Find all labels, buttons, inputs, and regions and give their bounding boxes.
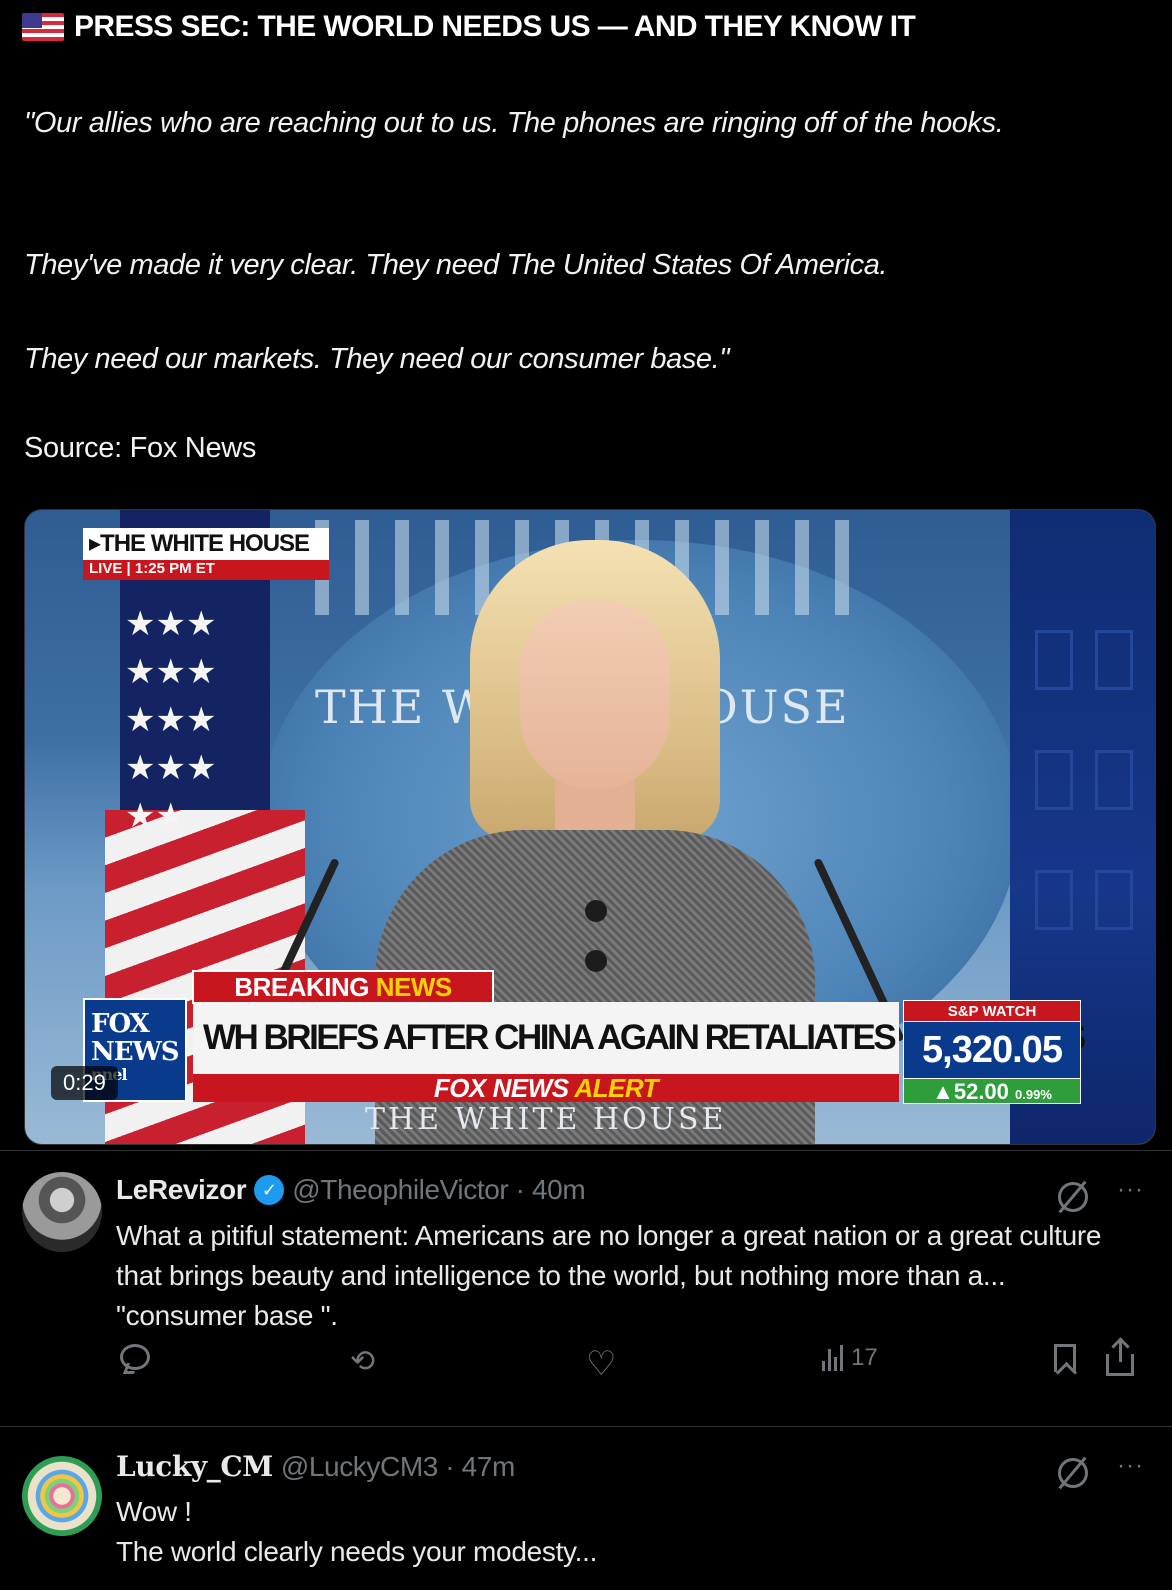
video-player[interactable]: THE W OUSE ★★★ ★★★ ★★★ ★★★ ★★ ▸THE WHITE… xyxy=(24,509,1156,1145)
avatar[interactable] xyxy=(22,1456,102,1536)
reply-handle[interactable]: @TheophileVictor · 40m xyxy=(292,1174,585,1206)
sp-change-box: ▲52.00 0.99% xyxy=(903,1078,1081,1104)
sp-value: 5,320.05 xyxy=(903,1022,1081,1078)
grok-icon[interactable] xyxy=(1058,1458,1088,1488)
breaking-label: BREAKING xyxy=(234,972,369,1002)
avatar[interactable] xyxy=(22,1172,102,1252)
live-time: 1:25 PM ET xyxy=(134,560,215,577)
news-label: NEWS xyxy=(375,972,453,1002)
reply-author-name[interactable]: Lucky_CM xyxy=(116,1450,273,1483)
reply-header: Lucky_CM @LuckyCM3 · 47m xyxy=(116,1450,515,1483)
reply-text-line-2: The world clearly needs your modesty... xyxy=(116,1536,598,1567)
live-label: LIVE xyxy=(89,560,123,577)
flag-stars: ★★★ ★★★ ★★★ ★★★ ★★ xyxy=(125,604,217,836)
fox-logo-line-1: FOX xyxy=(91,1009,150,1039)
sp-change: ▲52.00 xyxy=(932,1079,1009,1104)
quote-line-1: "Our allies who are reaching out to us. … xyxy=(24,107,1004,139)
share-icon xyxy=(1106,1340,1134,1376)
reply-actions: ⟲ ♡ 17 xyxy=(0,1340,1172,1384)
repost-button[interactable]: ⟲ xyxy=(350,1344,375,1379)
verified-badge-icon: ✓ xyxy=(254,1175,285,1205)
sp-percent: 0.99% xyxy=(1015,1087,1052,1102)
alert-word: ALERT xyxy=(574,1073,659,1103)
white-house-live-tag: ▸THE WHITE HOUSE LIVE | 1:25 PM ET xyxy=(83,528,329,580)
fox-logo-line-2: NEWS xyxy=(91,1037,180,1067)
repost-icon: ⟲ xyxy=(350,1344,376,1379)
reply-header: LeRevizor ✓ @TheophileVictor · 40m xyxy=(116,1174,586,1206)
grok-icon[interactable] xyxy=(1058,1182,1088,1212)
share-button[interactable] xyxy=(1106,1340,1134,1376)
reply-text: What a pitiful statement: Americans are … xyxy=(116,1220,1102,1331)
bookmark-button[interactable] xyxy=(1054,1344,1076,1372)
fox-news-alert-bar: FOX NEWS ALERT xyxy=(193,1074,899,1102)
white-house-bottom-text: THE WHITE HOUSE xyxy=(365,1102,727,1137)
alert-prefix: FOX NEWS xyxy=(433,1073,569,1103)
us-flag-icon xyxy=(22,13,64,41)
news-chyron: WH BRIEFS AFTER CHINA AGAIN RETALIATES O… xyxy=(193,1002,1086,1074)
views-count: 17 xyxy=(851,1344,878,1371)
headline-text: PRESS SEC: THE WORLD NEEDS US — AND THEY… xyxy=(74,10,916,43)
reply-button[interactable] xyxy=(120,1344,150,1370)
like-button[interactable]: ♡ xyxy=(586,1344,616,1384)
reply-item[interactable]: Lucky_CM @LuckyCM3 · 47m ··· Wow ! The w… xyxy=(0,1426,1172,1590)
post-headline: PRESS SEC: THE WORLD NEEDS US — AND THEY… xyxy=(22,10,916,44)
source-text: Source: Fox News xyxy=(24,432,257,464)
more-options-icon[interactable]: ··· xyxy=(1117,1176,1144,1204)
bookmark-icon xyxy=(1054,1344,1076,1372)
reply-item[interactable]: LeRevizor ✓ @TheophileVictor · 40m ··· W… xyxy=(0,1150,1172,1426)
video-duration: 0:29 xyxy=(51,1066,118,1100)
comment-icon xyxy=(120,1344,150,1370)
views-icon xyxy=(822,1345,843,1371)
more-options-icon[interactable]: ··· xyxy=(1117,1452,1144,1480)
wh-tag-text: THE WHITE HOUSE xyxy=(100,530,310,557)
breaking-news-banner: BREAKING NEWS xyxy=(192,970,494,1004)
reply-handle[interactable]: @LuckyCM3 · 47m xyxy=(281,1451,515,1483)
views-button[interactable]: 17 xyxy=(822,1344,878,1372)
sp-label: S&P WATCH xyxy=(903,1000,1081,1022)
heart-icon: ♡ xyxy=(586,1344,617,1384)
quote-line-3: They need our markets. They need our con… xyxy=(24,343,730,375)
reply-text-line-1: Wow ! xyxy=(116,1496,192,1527)
quote-line-2: They've made it very clear. They need Th… xyxy=(24,249,888,281)
reply-author-name[interactable]: LeRevizor xyxy=(116,1174,247,1206)
sp-watch-ticker: S&P WATCH 5,320.05 ▲52.00 0.99% xyxy=(903,1000,1081,1104)
